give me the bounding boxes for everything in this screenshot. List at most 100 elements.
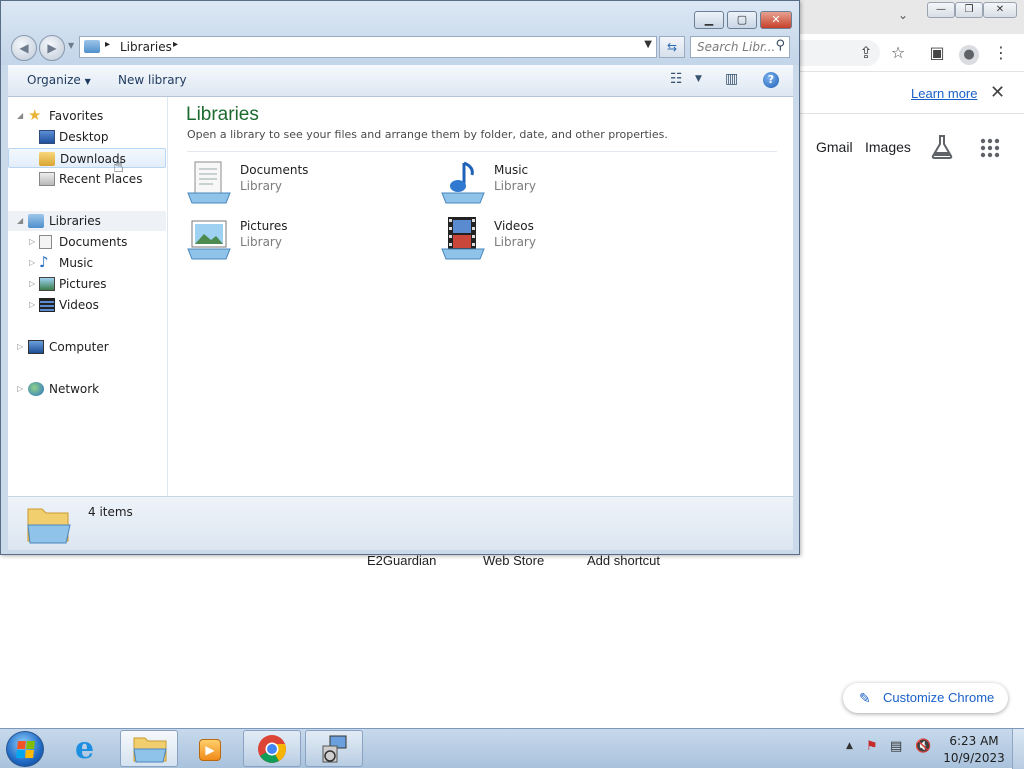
help-icon[interactable]: ? (763, 72, 779, 88)
explorer-maximize-button[interactable]: ▢ (727, 11, 757, 29)
show-desktop-button[interactable] (1012, 729, 1024, 769)
explorer-window: ▁ ▢ ✕ ◀ ▶ ▼ ▸ Libraries ▸ ▼ ⇆ Search Lib… (0, 0, 800, 555)
nav-downloads[interactable]: Downloads (8, 148, 166, 168)
expand-arrow-icon[interactable]: ▷ (17, 337, 23, 357)
page-title: Libraries (186, 104, 259, 125)
shortcut-add[interactable]: Add shortcut (587, 553, 660, 568)
recent-places-icon (39, 172, 55, 186)
expand-arrow-icon[interactable]: ◢ (17, 106, 23, 126)
network-status-icon[interactable]: ▤ (890, 739, 902, 754)
divider (187, 151, 777, 152)
taskbar-windows-explorer[interactable] (120, 730, 178, 767)
navigation-pane: ◢ ★ Favorites Desktop Downloads Recent P… (8, 97, 168, 496)
images-link[interactable]: Images (865, 139, 911, 155)
expand-arrow-icon[interactable]: ▷ (29, 274, 35, 294)
library-type: Library (240, 235, 282, 249)
explorer-folder-icon (133, 737, 167, 763)
page-subtitle: Open a library to see your files and arr… (187, 128, 668, 141)
shortcut-web-store[interactable]: Web Store (483, 553, 544, 568)
nav-music[interactable]: ▷ ♪ Music (8, 253, 166, 273)
nav-network[interactable]: ▷ Network (8, 379, 166, 399)
bookmark-star-icon[interactable]: ☆ (887, 42, 909, 64)
windows-logo-icon (16, 741, 35, 758)
nav-label: Pictures (59, 277, 107, 291)
library-name: Documents (240, 163, 309, 177)
apps-grid-icon[interactable] (980, 138, 1000, 161)
chrome-restore-button[interactable]: ❐ (955, 2, 983, 18)
network-globe-icon (28, 382, 44, 396)
back-button[interactable]: ◀ (11, 35, 37, 61)
action-center-flag-icon[interactable]: ⚑ (866, 739, 878, 754)
address-bar[interactable]: ▸ Libraries ▸ ▼ (79, 36, 657, 58)
hand-cursor-icon: ☝ (113, 156, 124, 177)
chrome-menu-icon[interactable]: ⋮ (990, 42, 1012, 64)
organize-button[interactable]: Organize ▼ (27, 73, 91, 87)
nav-libraries[interactable]: ◢ Libraries (8, 211, 166, 231)
expand-arrow-icon[interactable]: ▷ (17, 379, 23, 399)
videos-library-icon (441, 217, 485, 260)
shortcut-e2guardian[interactable]: E2Guardian (367, 553, 436, 568)
chrome-minimize-button[interactable]: — (927, 2, 955, 18)
nav-videos[interactable]: ▷ Videos (8, 295, 166, 315)
expand-arrow-icon[interactable]: ◢ (17, 211, 23, 231)
expand-arrow-icon[interactable]: ▷ (29, 295, 35, 315)
pictures-library-icon (187, 220, 231, 260)
clock-date: 10/9/2023 (943, 751, 1005, 765)
profile-avatar-icon[interactable]: ● (958, 42, 980, 65)
expand-arrow-icon[interactable]: ▷ (29, 232, 35, 252)
share-icon[interactable]: ⇪ (855, 42, 877, 64)
volume-muted-icon[interactable]: 🔇 (915, 739, 931, 754)
new-library-button[interactable]: New library (118, 73, 187, 87)
documents-icon (39, 235, 52, 249)
nav-label: Desktop (59, 130, 109, 144)
library-name: Pictures (240, 219, 288, 233)
explorer-minimize-button[interactable]: ▁ (694, 11, 724, 29)
refresh-button[interactable]: ⇆ (659, 36, 685, 58)
recent-pages-chevron-icon[interactable]: ▼ (68, 41, 74, 50)
library-videos[interactable]: Videos Library (440, 215, 640, 265)
taskbar-chrome[interactable] (243, 730, 301, 767)
tray-overflow-chevron-icon[interactable]: ▲ (846, 741, 853, 751)
chrome-close-button[interactable]: ✕ (983, 2, 1017, 18)
nav-recent-places[interactable]: Recent Places (8, 169, 166, 189)
search-input[interactable]: Search Libr... ⚲ (690, 36, 790, 58)
infobar-close-icon[interactable]: ✕ (990, 82, 1005, 103)
taskbar-internet-explorer[interactable]: e (60, 730, 118, 767)
nav-desktop[interactable]: Desktop (8, 127, 166, 147)
tab-list-chevron-icon[interactable]: ⌄ (898, 8, 908, 22)
learn-more-link[interactable]: Learn more (911, 86, 977, 101)
libraries-folder-icon (27, 508, 71, 544)
breadcrumb-libraries[interactable]: Libraries (120, 40, 172, 54)
library-documents[interactable]: Documents Library (186, 159, 386, 209)
command-bar: Organize ▼ New library ☷ ▼ ▥ ? (8, 65, 793, 97)
clock[interactable]: 6:23 AM 10/9/2023 (940, 731, 1008, 767)
gmail-link[interactable]: Gmail (816, 139, 853, 155)
nav-favorites[interactable]: ◢ ★ Favorites (8, 106, 166, 126)
nav-pictures[interactable]: ▷ Pictures (8, 274, 166, 294)
internet-explorer-icon: e (75, 731, 95, 766)
taskbar-remote-app[interactable] (305, 730, 363, 767)
view-options-chevron-icon[interactable]: ▼ (695, 74, 702, 84)
star-icon: ★ (28, 106, 42, 124)
organize-label: Organize (27, 73, 81, 87)
forward-button[interactable]: ▶ (39, 35, 65, 61)
breadcrumb-arrow-icon[interactable]: ▸ (105, 39, 110, 50)
preview-pane-icon[interactable]: ▥ (725, 71, 738, 87)
nav-computer[interactable]: ▷ Computer (8, 337, 166, 357)
nav-label: Recent Places (59, 172, 143, 186)
address-history-chevron-icon[interactable]: ▼ (644, 39, 652, 50)
customize-chrome-button[interactable]: ✎ Customize Chrome (843, 683, 1008, 713)
library-music[interactable]: Music Library (440, 159, 640, 209)
explorer-close-button[interactable]: ✕ (760, 11, 792, 29)
clock-time: 6:23 AM (949, 734, 999, 748)
nav-documents[interactable]: ▷ Documents (8, 232, 166, 252)
library-pictures[interactable]: Pictures Library (186, 215, 386, 265)
breadcrumb-arrow-icon[interactable]: ▸ (173, 39, 178, 50)
change-view-icon[interactable]: ☷ (670, 71, 683, 87)
taskbar-media-player[interactable]: ▶ (180, 730, 238, 767)
start-button[interactable] (6, 731, 44, 767)
side-panel-icon[interactable]: ▣ (926, 42, 948, 64)
library-type: Library (494, 179, 536, 193)
labs-flask-icon[interactable] (930, 134, 954, 163)
expand-arrow-icon[interactable]: ▷ (29, 253, 35, 273)
